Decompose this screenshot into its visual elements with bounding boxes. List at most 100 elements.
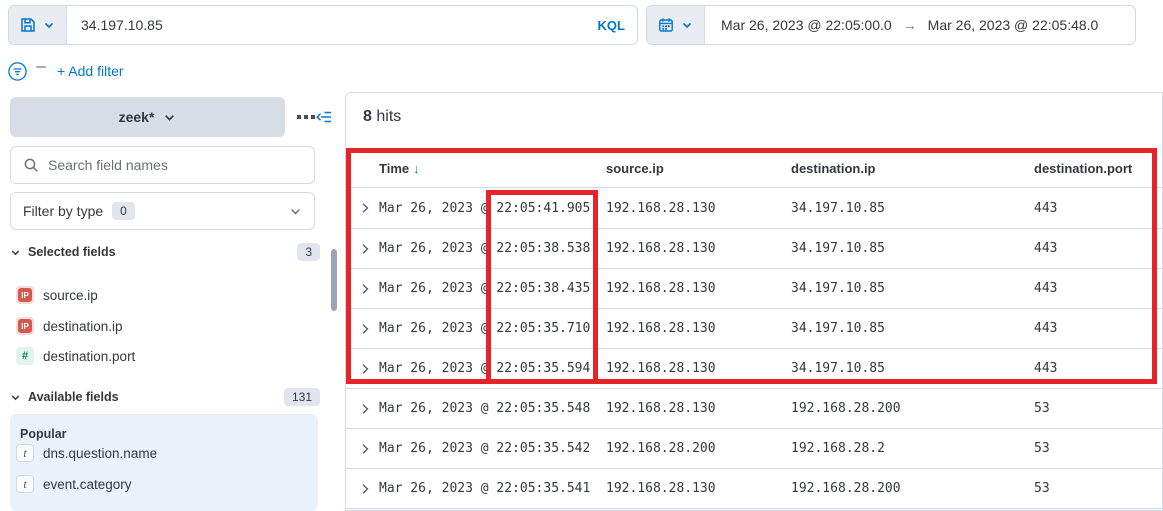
popular-label: Popular <box>20 427 67 441</box>
expand-row-icon[interactable] <box>359 363 379 375</box>
expand-row-icon[interactable] <box>359 243 379 255</box>
filter-by-type-label: Filter by type <box>23 203 103 219</box>
selected-fields-section-header[interactable]: Selected fields 3 <box>10 243 320 261</box>
expand-row-icon[interactable] <box>359 403 379 415</box>
search-icon <box>23 157 39 173</box>
cell-destination-ip: 34.197.10.85 <box>791 321 1034 336</box>
number-token-icon: # <box>16 347 34 365</box>
table-header-row: Time↓ source.ip destination.ip destinati… <box>346 149 1162 188</box>
add-filter-button[interactable]: + Add filter <box>57 63 124 79</box>
hits-number: 8 <box>363 108 372 125</box>
documents-table: Time↓ source.ip destination.ip destinati… <box>346 149 1162 509</box>
saved-query-menu-button[interactable] <box>9 6 67 44</box>
cell-source-ip: 192.168.28.130 <box>606 321 791 336</box>
search-field-names-input[interactable]: Search field names <box>10 146 315 184</box>
cell-time: Mar 26, 2023 @ 22:05:41.905 <box>379 201 606 216</box>
table-row[interactable]: Mar 26, 2023 @ 22:05:38.538 192.168.28.1… <box>346 228 1162 268</box>
cell-source-ip: 192.168.28.130 <box>606 241 791 256</box>
column-header-source-ip[interactable]: source.ip <box>606 161 791 176</box>
table-row[interactable]: Mar 26, 2023 @ 22:05:35.542 192.168.28.2… <box>346 428 1162 468</box>
time-range-arrow-icon: → <box>903 17 917 33</box>
table-row[interactable]: Mar 26, 2023 @ 22:05:41.905 192.168.28.1… <box>346 188 1162 228</box>
available-fields-count-badge: 131 <box>284 388 320 406</box>
hits-count: 8 hits <box>363 108 401 126</box>
cell-source-ip: 192.168.28.130 <box>606 401 791 416</box>
hits-label: hits <box>376 108 401 125</box>
query-language-badge[interactable]: KQL <box>598 6 637 44</box>
boxes-horizontal-icon[interactable] <box>297 115 315 119</box>
cell-time: Mar 26, 2023 @ 22:05:35.548 <box>379 401 606 416</box>
field-item-event-category[interactable]: t event.category <box>16 475 132 493</box>
filter-funnel-icon[interactable] <box>8 62 27 81</box>
field-name: dns.question.name <box>43 446 157 461</box>
expand-row-icon[interactable] <box>359 443 379 455</box>
column-header-destination-ip[interactable]: destination.ip <box>791 161 1034 176</box>
cell-destination-port: 443 <box>1034 201 1162 216</box>
cell-source-ip: 192.168.28.130 <box>606 281 791 296</box>
dash-icon <box>36 66 46 68</box>
ip-token-icon: IP <box>16 317 34 335</box>
search-placeholder: Search field names <box>48 157 168 173</box>
available-fields-section-header[interactable]: Available fields 131 <box>10 388 320 406</box>
field-item-source-ip[interactable]: IP source.ip <box>16 286 98 304</box>
field-item-destination-port[interactable]: # destination.port <box>16 347 135 365</box>
column-header-destination-port[interactable]: destination.port <box>1034 161 1162 176</box>
sort-descending-icon[interactable]: ↓ <box>413 161 420 176</box>
cell-destination-port: 53 <box>1034 481 1162 496</box>
query-input[interactable]: 34.197.10.85 <box>67 6 598 44</box>
column-header-time[interactable]: Time↓ <box>379 161 606 176</box>
cell-time: Mar 26, 2023 @ 22:05:35.542 <box>379 441 606 456</box>
expand-row-icon[interactable] <box>359 323 379 335</box>
cell-time: Mar 26, 2023 @ 22:05:38.538 <box>379 241 606 256</box>
cell-destination-port: 443 <box>1034 281 1162 296</box>
time-picker: Mar 26, 2023 @ 22:05:00.0 → Mar 26, 2023… <box>646 5 1136 45</box>
save-icon <box>20 17 36 33</box>
time-range-start: Mar 26, 2023 @ 22:05:00.0 <box>721 17 892 33</box>
table-row[interactable]: Mar 26, 2023 @ 22:05:35.548 192.168.28.1… <box>346 388 1162 428</box>
cell-destination-port: 53 <box>1034 441 1162 456</box>
cell-destination-ip: 34.197.10.85 <box>791 201 1034 216</box>
index-pattern-switcher[interactable]: zeek* <box>10 97 285 137</box>
cell-source-ip: 192.168.28.200 <box>606 441 791 456</box>
time-range[interactable]: Mar 26, 2023 @ 22:05:00.0 → Mar 26, 2023… <box>705 6 1135 44</box>
table-row[interactable]: Mar 26, 2023 @ 22:05:35.710 192.168.28.1… <box>346 308 1162 348</box>
field-item-dns-question-name[interactable]: t dns.question.name <box>16 444 157 462</box>
expand-row-icon[interactable] <box>359 283 379 295</box>
chevron-down-icon <box>10 392 21 403</box>
filter-by-type-count-badge: 0 <box>112 202 135 220</box>
cell-time: Mar 26, 2023 @ 22:05:35.594 <box>379 361 606 376</box>
cell-destination-ip: 34.197.10.85 <box>791 241 1034 256</box>
string-token-icon: t <box>16 475 34 493</box>
kibana-discover-page: 34.197.10.85 KQL Mar 26, 2023 @ 22:05:00… <box>0 0 1163 511</box>
field-name: event.category <box>43 477 132 492</box>
expand-row-icon[interactable] <box>359 202 379 214</box>
string-token-icon: t <box>16 444 34 462</box>
discover-results-panel: 8 hits Time↓ source.ip destination.ip de… <box>345 92 1163 511</box>
calendar-icon <box>658 17 674 33</box>
selected-fields-count-badge: 3 <box>297 243 320 261</box>
cell-time: Mar 26, 2023 @ 22:05:35.710 <box>379 321 606 336</box>
cell-source-ip: 192.168.28.130 <box>606 481 791 496</box>
table-row[interactable]: Mar 26, 2023 @ 22:05:35.594 192.168.28.1… <box>346 348 1162 388</box>
sidebar-scrollbar[interactable] <box>331 249 337 311</box>
field-name: source.ip <box>43 288 98 303</box>
cell-time: Mar 26, 2023 @ 22:05:35.541 <box>379 481 606 496</box>
chevron-down-icon <box>163 111 176 124</box>
cell-destination-ip: 34.197.10.85 <box>791 361 1034 376</box>
field-name: destination.port <box>43 349 135 364</box>
expand-row-icon[interactable] <box>359 483 379 495</box>
query-bar: 34.197.10.85 KQL <box>8 5 638 45</box>
cell-time: Mar 26, 2023 @ 22:05:38.435 <box>379 281 606 296</box>
collapse-sidebar-icon[interactable] <box>316 109 332 125</box>
cell-destination-ip: 192.168.28.2 <box>791 441 1034 456</box>
table-row[interactable]: Mar 26, 2023 @ 22:05:38.435 192.168.28.1… <box>346 268 1162 308</box>
filter-by-type-button[interactable]: Filter by type 0 <box>10 192 315 230</box>
cell-source-ip: 192.168.28.130 <box>606 201 791 216</box>
chevron-down-icon <box>43 19 55 31</box>
cell-destination-port: 443 <box>1034 361 1162 376</box>
date-picker-menu-button[interactable] <box>647 6 705 44</box>
chevron-down-icon <box>289 205 302 218</box>
field-item-destination-ip[interactable]: IP destination.ip <box>16 317 123 335</box>
time-range-end: Mar 26, 2023 @ 22:05:48.0 <box>928 17 1099 33</box>
table-row[interactable]: Mar 26, 2023 @ 22:05:35.541 192.168.28.1… <box>346 468 1162 508</box>
